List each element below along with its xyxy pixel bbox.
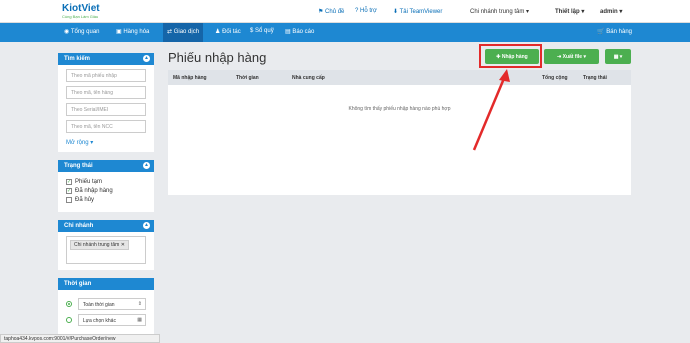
branch-panel: Chi nhánh ▲ Chi nhánh trung tâm ✕	[58, 220, 154, 270]
time-all-select[interactable]: Toàn thời gian ⇕	[77, 298, 146, 310]
expand-label: Mở rộng	[66, 140, 89, 146]
status-panel-title: Trạng thái	[64, 163, 93, 169]
main-nav: ◉ Tổng quan ▣ Hàng hóa ⇄ Giao dịch ♟ Đối…	[0, 23, 690, 42]
user-menu[interactable]: admin ▾	[600, 8, 622, 15]
nav-overview[interactable]: ◉ Tổng quan	[64, 28, 100, 35]
settings-label: Thiết lập	[555, 9, 580, 15]
branch-tag-input[interactable]: Chi nhánh trung tâm ✕	[66, 236, 146, 264]
branch-selector[interactable]: Chi nhánh trung tâm ▾	[470, 8, 529, 15]
user-label: admin	[600, 9, 618, 15]
grid-icon: ▦ ▾	[613, 53, 623, 60]
logo-text: KiotViet	[62, 3, 100, 14]
branch-tag: Chi nhánh trung tâm ✕	[70, 240, 129, 250]
table-header: Mã nhập hàng Thời gian Nhà cung cấp Tổng…	[168, 70, 631, 85]
supplier-input[interactable]: Theo mã, tên NCC	[66, 120, 146, 133]
settings-menu[interactable]: Thiết lập ▾	[555, 8, 584, 15]
person-icon: ♟	[215, 29, 221, 35]
export-file-button[interactable]: ⇥ Xuất file ▾	[544, 49, 599, 64]
status-cancelled-checkbox[interactable]: Đã hủy	[66, 197, 146, 203]
status-panel-header[interactable]: Trạng thái ▲	[58, 160, 154, 172]
logo[interactable]: KiotViet Cùng Bạn Làm Giàu	[62, 3, 100, 19]
serial-input[interactable]: Theo Serial/IMEI	[66, 103, 146, 116]
topic-link[interactable]: ⚑ Chủ đề	[318, 8, 354, 15]
search-panel-title: Tìm kiếm	[64, 56, 91, 62]
browser-status-bar: taphoa434.kvpos.com:9001/#/PurchaseOrder…	[0, 334, 160, 343]
nav-label: Báo cáo	[292, 29, 315, 35]
top-bar: KiotViet Cùng Bạn Làm Giàu ⚑ Chủ đề ? Hỗ…	[0, 0, 690, 23]
checkbox-checked-icon: ✓	[66, 188, 72, 194]
teamviewer-link[interactable]: ⬇ Tải TeamViewer	[393, 8, 452, 15]
collapse-icon[interactable]: ▲	[143, 55, 150, 62]
search-panel: Tìm kiếm ▲ Theo mã phiếu nhập Theo mã, tê…	[58, 53, 154, 152]
calendar-icon: ▦	[137, 317, 142, 323]
support-link[interactable]: ? Hỗ trợ	[355, 8, 387, 14]
checkbox-label: Đã nhập hàng	[75, 188, 113, 194]
chevron-down-icon: ▾	[526, 9, 530, 15]
updown-icon: ⇕	[137, 301, 142, 307]
close-icon[interactable]: ✕	[121, 242, 125, 248]
nav-reports[interactable]: ▤ Báo cáo	[285, 28, 314, 35]
box-icon: ▣	[116, 29, 122, 35]
teamviewer-link-label: Tải TeamViewer	[399, 9, 443, 15]
nav-label: Giao dịch	[173, 29, 200, 35]
nav-products[interactable]: ▣ Hàng hóa	[116, 28, 149, 35]
support-link-label: Hỗ trợ	[360, 8, 377, 14]
branch-panel-header[interactable]: Chi nhánh ▲	[58, 220, 154, 232]
search-panel-header[interactable]: Tìm kiếm ▲	[58, 53, 154, 65]
time-custom-input[interactable]: Lựa chọn khác ▦	[77, 314, 146, 326]
radio-selected-icon[interactable]	[66, 301, 72, 307]
status-imported-checkbox[interactable]: ✓ Đã nhập hàng	[66, 188, 146, 194]
nav-cashbook[interactable]: $ Sổ quỹ	[250, 28, 274, 34]
col-total[interactable]: Tổng cộng	[542, 75, 568, 81]
collapse-icon[interactable]: ▲	[143, 162, 150, 169]
page-title: Phiếu nhập hàng	[168, 50, 267, 65]
column-toggle-button[interactable]: ▦ ▾	[605, 49, 631, 64]
checkbox-empty-icon	[66, 197, 72, 203]
status-panel: Trạng thái ▲ ✓ Phiếu tạm ✓ Đã nhập hàng Đã …	[58, 160, 154, 212]
time-all-label: Toàn thời gian	[82, 302, 115, 308]
status-draft-checkbox[interactable]: ✓ Phiếu tạm	[66, 179, 146, 185]
branch-tag-label: Chi nhánh trung tâm	[74, 242, 120, 248]
nav-label: Đối tác	[222, 29, 241, 35]
col-status[interactable]: Trạng thái	[583, 75, 607, 81]
purchase-table: Mã nhập hàng Thời gian Nhà cung cấp Tổng…	[168, 70, 631, 195]
sidebar: Tìm kiếm ▲ Theo mã phiếu nhập Theo mã, tê…	[58, 53, 154, 343]
export-label: Xuất file	[562, 53, 583, 60]
cart-icon: 🛒	[597, 29, 605, 35]
time-all-option[interactable]: Toàn thời gian ⇕	[66, 298, 146, 310]
sell-button[interactable]: 🛒 Bán hàng	[597, 28, 632, 35]
checkbox-checked-icon: ✓	[66, 179, 72, 185]
chart-icon: ▤	[285, 29, 291, 35]
nav-label: Hàng hóa	[123, 29, 150, 35]
col-code[interactable]: Mã nhập hàng	[173, 75, 207, 81]
checkbox-label: Đã hủy	[75, 197, 95, 203]
nav-partners[interactable]: ♟ Đối tác	[215, 28, 241, 35]
col-time[interactable]: Thời gian	[236, 75, 259, 81]
nav-transactions[interactable]: ⇄ Giao dịch	[163, 23, 204, 42]
exchange-icon: ⇄	[167, 29, 173, 35]
dollar-icon: $	[250, 28, 254, 34]
time-panel: Thời gian Toàn thời gian ⇕ Lựa chọn khác ▦	[58, 278, 154, 336]
branch-selector-label: Chi nhánh trung tâm	[470, 9, 525, 15]
empty-message: Không tìm thấy phiếu nhập hàng nào phù h…	[348, 106, 451, 112]
time-panel-header[interactable]: Thời gian	[58, 278, 154, 290]
radio-empty-icon[interactable]	[66, 317, 72, 323]
collapse-icon[interactable]: ▲	[143, 222, 150, 229]
col-supplier[interactable]: Nhà cung cấp	[292, 75, 325, 81]
nav-label: Tổng quan	[70, 29, 100, 35]
nav-label: Sổ quỹ	[255, 28, 274, 34]
branch-panel-title: Chi nhánh	[64, 223, 94, 229]
annotation-highlight-box	[479, 44, 542, 68]
expand-link[interactable]: Mở rộng ▾	[66, 137, 146, 146]
time-custom-option[interactable]: Lựa chọn khác ▦	[66, 314, 146, 326]
eye-icon: ◉	[64, 29, 70, 35]
time-custom-label: Lựa chọn khác	[82, 318, 116, 324]
logo-tagline: Cùng Bạn Làm Giàu	[62, 14, 99, 19]
topic-link-label: Chủ đề	[325, 9, 345, 15]
checkbox-label: Phiếu tạm	[75, 179, 103, 185]
order-code-input[interactable]: Theo mã phiếu nhập	[66, 69, 146, 82]
time-panel-title: Thời gian	[64, 281, 92, 287]
product-input[interactable]: Theo mã, tên hàng	[66, 86, 146, 99]
sell-label: Bán hàng	[606, 29, 632, 35]
